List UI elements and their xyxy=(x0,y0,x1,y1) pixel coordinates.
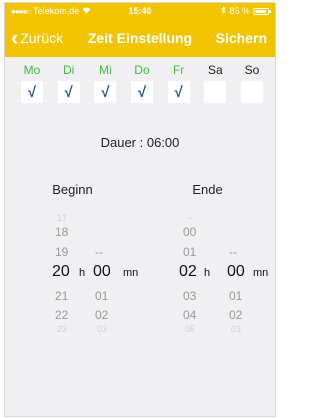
day-label: So xyxy=(244,63,260,77)
picker-option: 23 xyxy=(57,324,68,334)
day-checkbox-sunday[interactable] xyxy=(240,81,263,103)
end-minute-unit: mn xyxy=(253,267,269,279)
battery-percent: 85 % xyxy=(229,6,250,16)
navigation-bar: ‹ Zurück Zeit Einstellung Sichern xyxy=(5,19,275,57)
end-header: Ende xyxy=(192,182,223,197)
picker-option: -- xyxy=(229,245,237,259)
day-label: Mo xyxy=(23,63,41,77)
app-screen: ●●●●○ Telekom.de 15:40 85 % ‹ Zurück Zei… xyxy=(4,2,276,417)
chevron-left-icon: ‹ xyxy=(11,25,19,50)
save-button[interactable]: Sichern xyxy=(216,19,267,57)
picker-option: 03 xyxy=(97,324,108,334)
picker-option: 01 xyxy=(229,289,243,303)
back-button[interactable]: ‹ Zurück xyxy=(11,19,63,57)
end-hour-selected: 02 xyxy=(179,263,197,280)
picker-option: 04 xyxy=(183,308,197,322)
picker-option: -- xyxy=(95,245,103,259)
picker-option: 18 xyxy=(55,225,69,239)
status-bar: ●●●●○ Telekom.de 15:40 85 % xyxy=(5,3,275,19)
begin-hour-unit: h xyxy=(79,267,86,279)
picker-option: 03 xyxy=(183,289,197,303)
carrier-name: Telekom.de xyxy=(33,6,80,16)
battery-icon xyxy=(253,7,271,15)
picker-option: -- xyxy=(187,213,193,223)
day-checkbox-thursday[interactable]: √ xyxy=(130,81,153,103)
picker-option: 22 xyxy=(55,308,69,322)
back-label: Zurück xyxy=(20,30,64,46)
day-sunday: So xyxy=(239,63,265,103)
begin-minute-unit: mn xyxy=(123,267,139,279)
day-checkbox-monday[interactable]: √ xyxy=(21,81,43,103)
status-left: ●●●●○ Telekom.de xyxy=(11,6,91,16)
day-label: Mi xyxy=(98,63,112,77)
day-monday: Mo √ xyxy=(19,63,45,103)
status-right: 85 % xyxy=(221,6,271,16)
picker-option: 01 xyxy=(183,245,197,259)
picker-option: 01 xyxy=(95,289,109,303)
time-headers: Beginn Ende xyxy=(5,182,275,197)
day-friday: Fr √ xyxy=(166,63,192,103)
day-checkbox-wednesday[interactable]: √ xyxy=(94,81,117,103)
checkmark-icon: √ xyxy=(101,83,110,101)
picker-option: 19 xyxy=(55,245,69,259)
duration-display: Dauer : 06:00 xyxy=(5,135,275,150)
checkmark-icon: √ xyxy=(137,83,147,101)
day-tuesday: Di √ xyxy=(56,63,82,103)
checkmark-icon: √ xyxy=(64,83,73,101)
day-saturday: Sa xyxy=(202,63,228,103)
wifi-icon xyxy=(82,6,91,16)
end-hour-unit: h xyxy=(204,267,211,279)
day-checkbox-tuesday[interactable]: √ xyxy=(57,81,80,103)
begin-minute-selected: 00 xyxy=(93,263,111,280)
picker-option: 17 xyxy=(57,213,68,223)
day-label: Do xyxy=(134,63,150,77)
day-label: Di xyxy=(62,63,75,77)
time-picker: 17 18 19 20 21 22 23 h -- 00 01 02 03 mn… xyxy=(5,213,275,334)
weekday-selector: Mo √ Di √ Mi √ Do √ Fr √ Sa So xyxy=(5,57,275,103)
day-checkbox-saturday[interactable] xyxy=(204,81,227,103)
end-minute-selected: 00 xyxy=(227,263,245,280)
day-wednesday: Mi √ xyxy=(92,63,118,103)
picker-option: 02 xyxy=(229,308,243,322)
picker-option: 05 xyxy=(185,324,196,334)
begin-header: Beginn xyxy=(52,182,93,197)
duration-value: 06:00 xyxy=(146,135,180,150)
duration-label: Dauer : xyxy=(100,135,144,150)
picker-option: 02 xyxy=(95,308,109,322)
day-thursday: Do √ xyxy=(129,63,155,103)
picker-option: 21 xyxy=(55,289,69,303)
begin-hour-selected: 20 xyxy=(52,263,70,280)
day-label: Fr xyxy=(172,63,185,77)
picker-option: 00 xyxy=(183,225,197,239)
bluetooth-icon xyxy=(221,6,227,16)
day-checkbox-friday[interactable]: √ xyxy=(167,81,190,103)
checkmark-icon: √ xyxy=(174,83,183,101)
signal-icon: ●●●●○ xyxy=(11,6,31,16)
day-label: Sa xyxy=(207,63,223,77)
picker-option: 03 xyxy=(231,324,242,334)
checkmark-icon: √ xyxy=(27,83,37,101)
